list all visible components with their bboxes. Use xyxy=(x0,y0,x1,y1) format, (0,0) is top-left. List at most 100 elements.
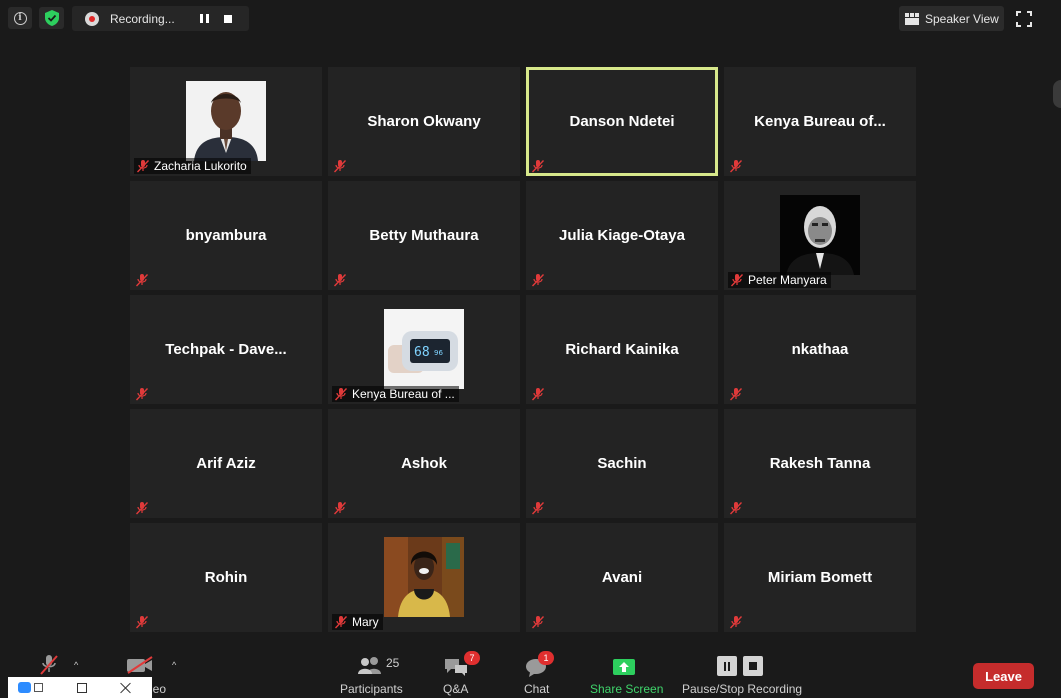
participant-tile[interactable]: Techpak - Dave... xyxy=(130,295,322,404)
participants-button[interactable]: 25 Participants xyxy=(337,640,407,698)
recording-dot-icon xyxy=(85,11,99,26)
share-screen-button[interactable]: Share Screen xyxy=(588,640,664,698)
participant-name: Arif Aziz xyxy=(196,455,256,472)
participant-label-text: Peter Manyara xyxy=(748,273,827,287)
meeting-info-button[interactable]: i xyxy=(8,7,32,29)
video-camera-off-icon xyxy=(127,656,153,674)
muted-microphone-icon xyxy=(135,501,149,515)
speaker-view-icon xyxy=(905,12,919,25)
participant-tile[interactable]: Arif Aziz xyxy=(130,409,322,518)
restore-icon[interactable] xyxy=(34,683,43,692)
zoom-meeting-window: i Recording... Speaker View Zacharia Luk… xyxy=(0,0,1061,698)
participant-tile[interactable]: Betty Muthaura xyxy=(328,181,520,290)
muted-microphone-icon xyxy=(135,387,149,401)
pause-stop-recording-label: Pause/Stop Recording xyxy=(682,682,803,696)
video-options-caret[interactable]: ^ xyxy=(172,660,176,670)
participant-tile[interactable]: nkathaa xyxy=(724,295,916,404)
zoom-app-icon xyxy=(18,682,31,693)
participant-tile[interactable]: Peter Manyara xyxy=(724,181,916,290)
participant-tile[interactable]: Rohin xyxy=(130,523,322,632)
stop-recording-icon[interactable] xyxy=(224,14,232,23)
participant-name: nkathaa xyxy=(791,341,849,358)
participants-count: 25 xyxy=(386,656,400,670)
participant-tile[interactable]: Julia Kiage-Otaya xyxy=(526,181,718,290)
participant-tile[interactable]: Danson Ndetei xyxy=(526,67,718,176)
participant-tile[interactable]: Ashok xyxy=(328,409,520,518)
maximize-icon[interactable] xyxy=(77,682,87,693)
participant-name: Sachin xyxy=(597,455,647,472)
participants-icon xyxy=(358,657,381,674)
share-screen-label: Share Screen xyxy=(590,682,664,696)
participant-label-text: Kenya Bureau of ... xyxy=(352,387,455,401)
recording-indicator: Recording... xyxy=(72,6,249,31)
participant-label: Zacharia Lukorito xyxy=(134,158,251,174)
participant-tile[interactable]: bnyambura xyxy=(130,181,322,290)
muted-microphone-icon xyxy=(730,273,744,287)
participant-tile[interactable]: Zacharia Lukorito xyxy=(130,67,322,176)
side-panel-handle[interactable] xyxy=(1053,80,1061,108)
share-screen-icon xyxy=(613,659,635,675)
muted-microphone-icon xyxy=(135,615,149,629)
muted-microphone-icon xyxy=(334,615,348,629)
participant-tile[interactable]: Richard Kainika xyxy=(526,295,718,404)
participant-photo xyxy=(780,195,860,275)
muted-microphone-icon xyxy=(333,273,347,287)
microphone-muted-icon xyxy=(40,655,58,675)
participant-name: Rakesh Tanna xyxy=(769,455,871,472)
muted-microphone-icon xyxy=(333,159,347,173)
participant-name: Betty Muthaura xyxy=(369,227,479,244)
muted-microphone-icon xyxy=(729,387,743,401)
muted-microphone-icon xyxy=(531,159,545,173)
muted-microphone-icon xyxy=(729,501,743,515)
participant-name: Techpak - Dave... xyxy=(165,341,287,358)
participant-name: Kenya Bureau of... xyxy=(754,113,886,130)
leave-button[interactable]: Leave xyxy=(973,663,1034,689)
participant-photo xyxy=(186,81,266,161)
qa-label: Q&A xyxy=(443,682,469,696)
security-shield-button[interactable] xyxy=(39,7,64,29)
chat-badge: 1 xyxy=(538,651,554,665)
participant-tile[interactable]: Sachin xyxy=(526,409,718,518)
participant-tile[interactable]: Sharon Okwany xyxy=(328,67,520,176)
pause-recording-icon[interactable] xyxy=(198,13,210,24)
muted-microphone-icon xyxy=(333,501,347,515)
participant-tile[interactable]: Kenya Bureau of... xyxy=(724,67,916,176)
info-icon: i xyxy=(13,11,27,25)
recording-status-text: Recording... xyxy=(110,11,175,26)
muted-microphone-icon xyxy=(531,387,545,401)
participant-name: Ashok xyxy=(401,455,447,472)
participant-tile[interactable]: Rakesh Tanna xyxy=(724,409,916,518)
participant-name: Richard Kainika xyxy=(565,341,679,358)
muted-microphone-icon xyxy=(136,159,150,173)
participant-gallery: Zacharia Lukorito Sharon Okwany Danson Nde… xyxy=(130,67,916,632)
participant-label: Peter Manyara xyxy=(728,272,831,288)
speaker-view-label: Speaker View xyxy=(925,11,999,26)
participant-tile[interactable]: Avani xyxy=(526,523,718,632)
audio-options-caret[interactable]: ^ xyxy=(74,660,78,670)
pause-stop-recording-button[interactable]: Pause/Stop Recording xyxy=(681,640,803,698)
participant-name: Avani xyxy=(601,569,643,586)
svg-text:68: 68 xyxy=(414,345,430,360)
stop-icon xyxy=(743,656,763,676)
participant-tile[interactable]: 68 96 Kenya Bureau of ... xyxy=(328,295,520,404)
muted-microphone-icon xyxy=(531,501,545,515)
speaker-view-button[interactable]: Speaker View xyxy=(899,6,1004,31)
minimized-window-controls xyxy=(8,677,152,698)
qa-badge: 7 xyxy=(464,651,480,665)
participant-name: Julia Kiage-Otaya xyxy=(559,227,685,244)
participant-label-text: Zacharia Lukorito xyxy=(154,159,247,173)
qa-button[interactable]: 7 Q&A xyxy=(437,640,480,698)
participant-photo: 68 96 xyxy=(384,309,464,389)
fullscreen-icon[interactable] xyxy=(1016,11,1032,27)
top-bar: i Recording... Speaker View xyxy=(0,0,1061,40)
participants-label: Participants xyxy=(340,682,403,696)
svg-text:96: 96 xyxy=(434,349,443,357)
muted-microphone-icon xyxy=(334,387,348,401)
chat-button[interactable]: 1 Chat xyxy=(518,640,558,698)
participant-photo xyxy=(384,537,464,617)
participant-tile[interactable]: Mary xyxy=(328,523,520,632)
close-icon[interactable] xyxy=(120,682,132,694)
participant-tile[interactable]: Miriam Bomett xyxy=(724,523,916,632)
participant-name: bnyambura xyxy=(185,227,267,244)
participant-name: Miriam Bomett xyxy=(767,569,873,586)
